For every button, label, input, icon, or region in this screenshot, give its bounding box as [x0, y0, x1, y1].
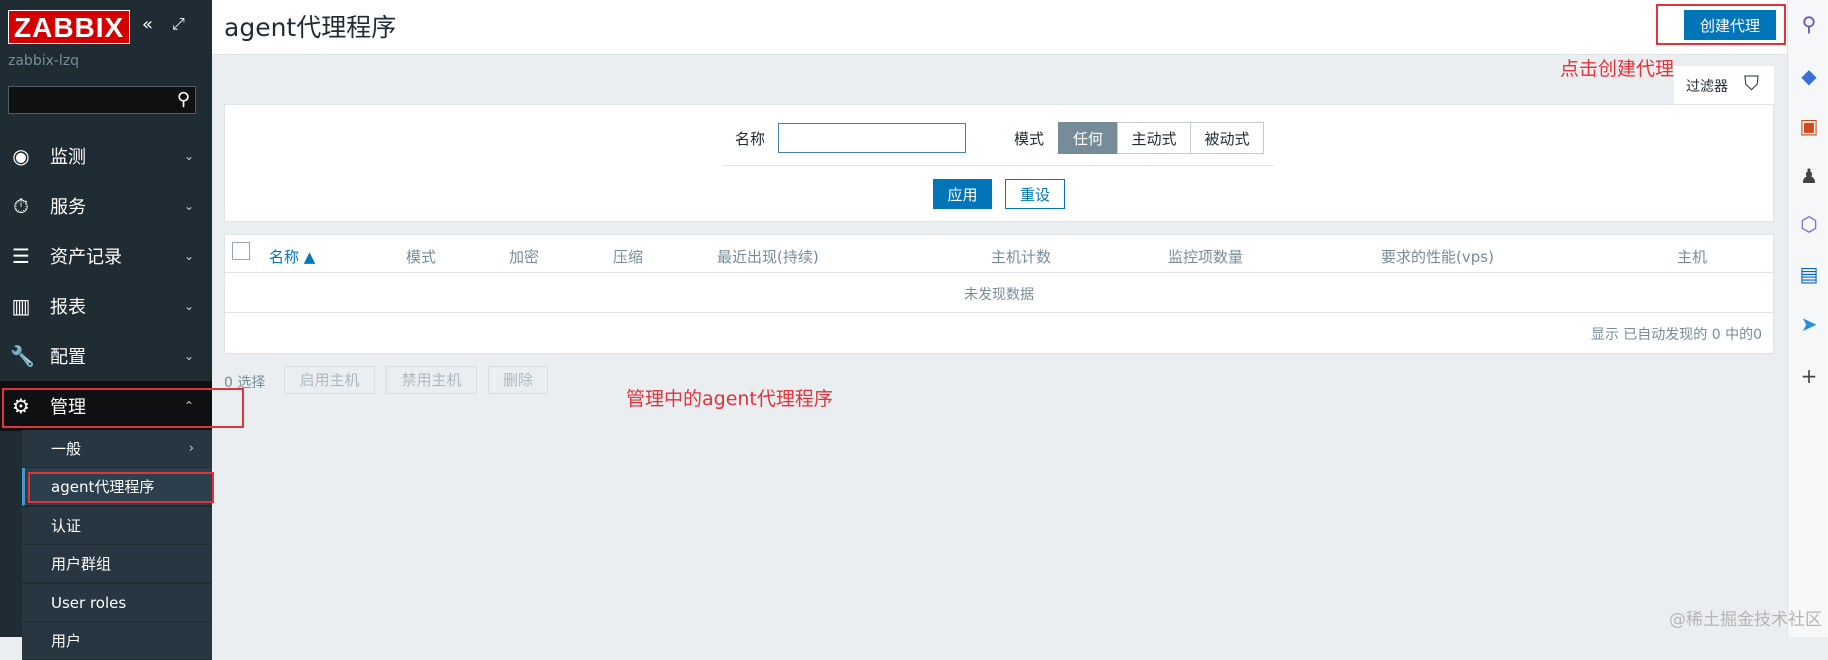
- annotation-admin-hint: 管理中的agent代理程序: [626, 388, 833, 410]
- reset-button[interactable]: 重设: [1005, 179, 1065, 209]
- submenu-users[interactable]: 用户: [22, 622, 212, 660]
- send-icon[interactable]: ➤: [1798, 312, 1820, 336]
- timer-icon: ⏱: [13, 194, 29, 218]
- annotation-box-create: [1656, 4, 1786, 45]
- eye-icon: ◉: [12, 144, 30, 168]
- column-header-mode: 模式: [406, 248, 437, 266]
- games-icon[interactable]: ♟: [1798, 164, 1820, 188]
- chevron-down-icon: ⌄: [183, 199, 194, 213]
- column-header-name[interactable]: 名称 ▲: [269, 246, 315, 267]
- table-row-divider: [224, 312, 1774, 313]
- submenu-authentication[interactable]: 认证: [22, 507, 212, 545]
- annotation-create-hint: 点击创建代理: [1560, 58, 1675, 80]
- server-name: zabbix-lzq: [8, 53, 80, 69]
- column-header-hosts: 主机: [1677, 248, 1708, 266]
- watermark: @稀土掘金技术社区: [1669, 610, 1822, 630]
- chevron-right-icon: ›: [188, 441, 194, 456]
- filter-tab-label: 过滤器: [1686, 79, 1728, 95]
- menu-label: 配置: [50, 347, 86, 368]
- table-empty-message: 未发现数据: [964, 287, 1034, 303]
- copilot-icon[interactable]: ⬡: [1798, 212, 1820, 236]
- menu-item-monitoring[interactable]: ◉ 监测 ⌄: [0, 131, 212, 181]
- delete-button[interactable]: 删除: [488, 366, 548, 394]
- funnel-icon: ⛉: [1744, 71, 1759, 95]
- menu-item-reports[interactable]: ▥ 报表 ⌄: [0, 281, 212, 331]
- submenu-user-roles[interactable]: User roles: [22, 584, 212, 622]
- column-header-compression: 压缩: [613, 248, 644, 266]
- submenu-general[interactable]: 一般 ›: [22, 430, 212, 468]
- annotation-box-admin: [2, 388, 244, 428]
- page-title: agent代理程序: [224, 13, 397, 42]
- annotation-box-proxies: [28, 472, 214, 503]
- wrench-icon: 🔧: [10, 344, 35, 368]
- filter-name-label: 名称: [735, 130, 766, 148]
- search-icon[interactable]: ⚲: [1798, 12, 1820, 36]
- menu-label: 监测: [50, 147, 86, 168]
- mode-option-passive[interactable]: 被动式: [1190, 122, 1264, 154]
- menu-label: 服务: [50, 197, 86, 218]
- tag-icon[interactable]: ◆: [1798, 64, 1820, 88]
- table-summary: 显示 已自动发现的 0 中的0: [1590, 327, 1762, 343]
- filter-panel: [224, 104, 1774, 222]
- chevron-down-icon: ⌄: [183, 149, 194, 163]
- menu-label: 资产记录: [50, 247, 122, 268]
- enable-hosts-button[interactable]: 启用主机: [284, 366, 375, 394]
- submenu-label: 用户群组: [51, 555, 112, 573]
- outlook-icon[interactable]: ▤: [1798, 262, 1820, 286]
- browser-side-bar: ⚲ ◆ ▣ ♟ ⬡ ▤ ➤ +: [1787, 0, 1828, 637]
- chevron-down-icon: ⌄: [183, 249, 194, 263]
- submenu-label: 一般: [51, 440, 82, 458]
- submenu-label: User roles: [51, 593, 127, 612]
- column-header-last-seen: 最近出现(持续): [717, 248, 819, 266]
- submenu-label: 用户: [51, 632, 82, 650]
- kiosk-mode-icon[interactable]: ⤢: [172, 14, 185, 34]
- submenu-label: 认证: [51, 517, 82, 535]
- column-header-item-count: 监控项数量: [1168, 248, 1244, 266]
- filter-name-input[interactable]: [778, 123, 966, 153]
- search-icon[interactable]: ⚲: [177, 89, 190, 110]
- chevron-down-icon: ⌄: [183, 299, 194, 313]
- toolbox-icon[interactable]: ▣: [1798, 114, 1820, 138]
- submenu-user-groups[interactable]: 用户群组: [22, 545, 212, 583]
- select-all-checkbox[interactable]: [232, 242, 250, 260]
- chevron-down-icon: ⌄: [183, 349, 194, 363]
- menu-item-services[interactable]: ⏱ 服务 ⌄: [0, 181, 212, 231]
- menu-item-inventory[interactable]: ☰ 资产记录 ⌄: [0, 231, 212, 281]
- chart-icon: ▥: [11, 294, 31, 318]
- list-icon: ☰: [12, 244, 30, 268]
- menu-item-configuration[interactable]: 🔧 配置 ⌄: [0, 331, 212, 381]
- filter-divider: [722, 165, 1274, 166]
- filter-mode-label: 模式: [1014, 130, 1045, 148]
- sidebar-search: ⚲: [8, 86, 196, 115]
- apply-button[interactable]: 应用: [933, 179, 992, 209]
- table-header-divider: [224, 272, 1774, 273]
- sidebar-search-input[interactable]: [9, 87, 163, 115]
- mode-option-active[interactable]: 主动式: [1117, 122, 1191, 154]
- menu-label: 报表: [50, 297, 86, 318]
- mode-option-any[interactable]: 任何: [1058, 122, 1118, 154]
- sidebar: ZABBIX « ⤢ zabbix-lzq ⚲ ◉ 监测 ⌄ ⏱ 服务 ⌄ ☰ …: [0, 0, 212, 660]
- disable-hosts-button[interactable]: 禁用主机: [386, 366, 477, 394]
- column-header-host-count: 主机计数: [991, 248, 1052, 266]
- page-header: [212, 0, 1788, 55]
- collapse-sidebar-icon[interactable]: «: [142, 14, 153, 35]
- column-header-encryption: 加密: [509, 248, 540, 266]
- selected-count: 0 选择: [224, 375, 266, 391]
- column-header-required-performance: 要求的性能(vps): [1381, 248, 1494, 266]
- add-icon[interactable]: +: [1798, 364, 1820, 388]
- zabbix-logo[interactable]: ZABBIX: [8, 10, 131, 44]
- filter-tab[interactable]: 过滤器 ⛉: [1674, 66, 1774, 104]
